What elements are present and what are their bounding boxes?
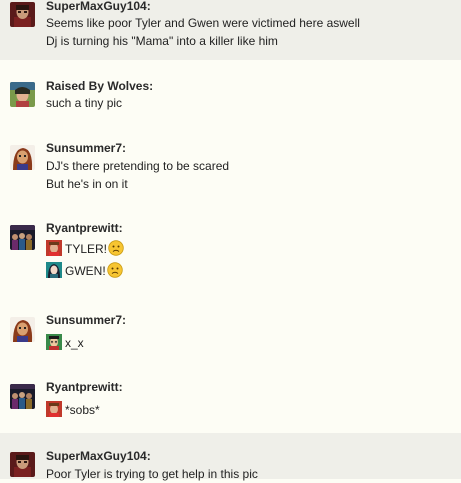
supermaxguy-avatar-icon (10, 452, 35, 477)
comment-text: Poor Tyler is trying to get help in this… (46, 466, 258, 481)
ryantprewitt-avatar-icon (10, 225, 35, 250)
ryantprewitt-avatar-icon (10, 384, 35, 409)
avatar[interactable] (10, 82, 35, 107)
avatar[interactable] (10, 225, 35, 250)
comment: Ryantprewitt: TYLER! GWEN! (0, 220, 461, 315)
comment: SuperMaxGuy104: Seems like poor Tyler an… (0, 0, 461, 60)
comment-text: GWEN! (46, 261, 123, 279)
comment-author[interactable]: Ryantprewitt: (46, 380, 123, 394)
avatar[interactable] (10, 452, 35, 477)
sunsummer7-avatar-icon (10, 317, 35, 342)
comment: SuperMaxGuy104: Poor Tyler is trying to … (0, 433, 461, 481)
avatar[interactable] (10, 145, 35, 170)
comment-author[interactable]: SuperMaxGuy104: (46, 0, 151, 13)
sunsummer7-avatar-icon (10, 145, 35, 170)
sad-face-icon (108, 240, 124, 256)
raised-by-wolves-avatar-icon (10, 82, 35, 107)
comment-text: DJ's there pretending to be scared (46, 158, 230, 173)
avatar[interactable] (10, 317, 35, 342)
comment-author[interactable]: Sunsummer7: (46, 141, 126, 155)
comment-author[interactable]: Ryantprewitt: (46, 221, 123, 235)
comment-text: *sobs* (46, 400, 100, 418)
comment-text: But he's in on it (46, 176, 128, 191)
comment-text: such a tiny pic (46, 95, 123, 110)
comment-text: Seems like poor Tyler and Gwen were vict… (46, 15, 360, 30)
avatar[interactable] (10, 384, 35, 409)
comment-text: Dj is turning his "Mama" into a killer l… (46, 33, 278, 48)
sad-face-icon (106, 262, 123, 278)
comment: Ryantprewitt: *sobs* (0, 380, 461, 433)
comment: Sunsummer7: x_x (0, 313, 461, 381)
tyler-icon (46, 400, 62, 417)
comment-author[interactable]: Sunsummer7: (46, 313, 126, 327)
comment-text: TYLER! (46, 239, 124, 257)
supermaxguy-avatar-icon (10, 2, 35, 27)
comment: Raised By Wolves: such a tiny pic (0, 60, 461, 140)
avatar[interactable] (10, 2, 35, 27)
comment: Sunsummer7: DJ's there pretending to be … (0, 140, 461, 220)
tyler-icon (46, 239, 62, 256)
character-icon (46, 333, 62, 350)
comment-text: x_x (46, 333, 84, 351)
gwen-icon (46, 261, 62, 278)
comment-author[interactable]: Raised By Wolves: (46, 79, 153, 93)
comment-author[interactable]: SuperMaxGuy104: (46, 449, 151, 463)
